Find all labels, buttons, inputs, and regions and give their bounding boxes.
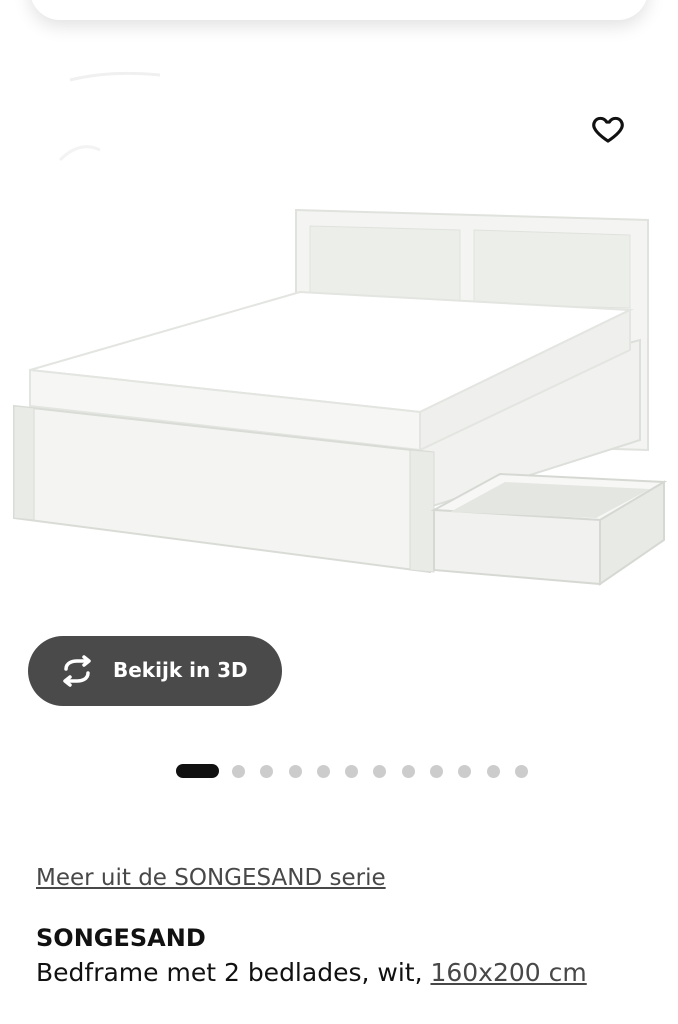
rotate-3d-icon	[63, 655, 91, 687]
carousel-dot[interactable]	[401, 764, 415, 778]
carousel-dot[interactable]	[430, 764, 444, 778]
wishlist-button[interactable]	[585, 106, 631, 152]
carousel-dot[interactable]	[288, 764, 302, 778]
header-shadow	[30, 0, 648, 20]
bed-illustration	[13, 71, 668, 586]
heart-outline-icon	[592, 116, 624, 143]
carousel-dot[interactable]	[458, 764, 472, 778]
product-description-text: Bedframe met 2 bedlades, wit,	[36, 958, 431, 987]
view-3d-label: Bekijk in 3D	[113, 658, 248, 682]
view-3d-button[interactable]: Bekijk in 3D	[28, 636, 282, 706]
carousel-dot-active[interactable]	[176, 764, 219, 778]
series-link[interactable]: Meer uit de SONGESAND serie	[36, 865, 386, 891]
product-description: Bedframe met 2 bedlades, wit, 160x200 cm	[36, 958, 587, 987]
carousel-dot[interactable]	[486, 764, 500, 778]
carousel-dot[interactable]	[232, 764, 245, 778]
image-carousel-indicator	[176, 763, 543, 779]
product-image[interactable]	[0, 40, 678, 620]
carousel-dot[interactable]	[316, 764, 330, 778]
size-link[interactable]: 160x200 cm	[430, 958, 586, 987]
carousel-dot[interactable]	[373, 764, 387, 778]
product-page: Bekijk in 3D Meer uit de SONGESAND serie…	[0, 0, 678, 1024]
product-name: SONGESAND	[36, 924, 206, 952]
carousel-dot[interactable]	[345, 764, 359, 778]
carousel-dot[interactable]	[514, 764, 528, 778]
carousel-dot[interactable]	[260, 764, 274, 778]
